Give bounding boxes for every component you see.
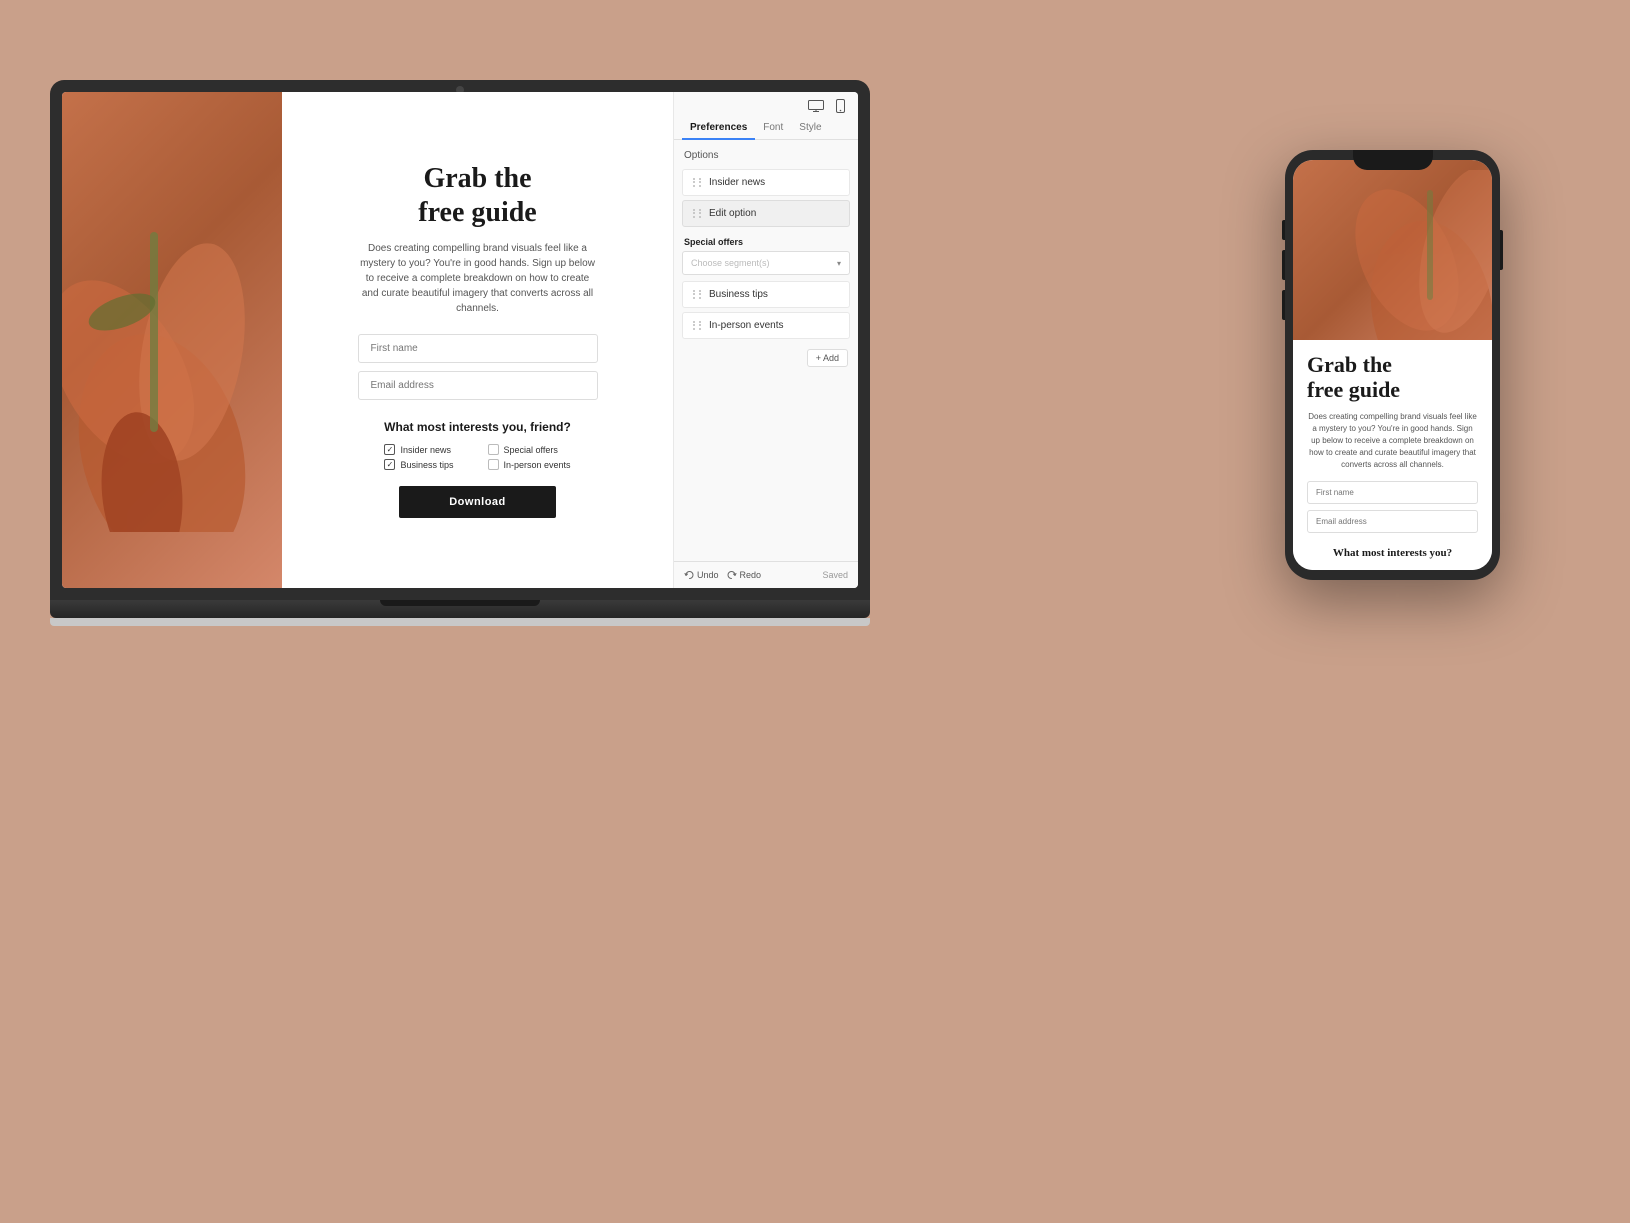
phone-mute-button: [1282, 220, 1285, 240]
special-offers-label: Special offers: [682, 231, 850, 251]
laptop: Grab the free guide Does creating compel…: [50, 80, 870, 640]
checkbox-inperson-icon[interactable]: [488, 459, 499, 470]
phone-subtitle: Does creating compelling brand visuals f…: [1307, 411, 1478, 471]
checkboxes: Insider news Special offers Business tip…: [384, 444, 570, 470]
phone-content: Grab the free guide Does creating compel…: [1293, 340, 1492, 570]
checkbox-special-label: Special offers: [504, 445, 558, 455]
email-input[interactable]: [358, 371, 598, 400]
checkbox-insider-news[interactable]: Insider news: [384, 444, 467, 455]
redo-button[interactable]: Redo: [727, 570, 762, 580]
tab-font[interactable]: Font: [755, 116, 791, 139]
drag-handle-inperson: [693, 321, 703, 331]
drag-handle-edit: [693, 209, 703, 219]
form-title: Grab the free guide: [418, 162, 536, 229]
scene: Grab the free guide Does creating compel…: [0, 0, 1630, 1223]
options-label: Options: [674, 140, 858, 167]
phone: Grab the free guide Does creating compel…: [1285, 150, 1500, 580]
laptop-flower-overlay: [62, 92, 282, 588]
phone-volume-down-button: [1282, 290, 1285, 320]
saved-status: Saved: [822, 570, 848, 580]
laptop-flower-background: [62, 92, 282, 588]
form-subtitle: Does creating compelling brand visuals f…: [358, 241, 598, 316]
undo-label: Undo: [697, 570, 719, 580]
checkbox-business-icon[interactable]: [384, 459, 395, 470]
form-panel: Grab the free guide Does creating compel…: [282, 92, 673, 588]
editor-tabs: Preferences Font Style: [674, 116, 858, 140]
phone-first-name-input[interactable]: [1307, 481, 1478, 504]
redo-label: Redo: [740, 570, 762, 580]
editor-panel: Preferences Font Style Options: [673, 92, 858, 588]
drag-handle-business: [693, 290, 703, 300]
laptop-body: Grab the free guide Does creating compel…: [50, 80, 870, 600]
desktop-icon[interactable]: [808, 100, 824, 112]
add-button-container: + Add: [674, 341, 858, 375]
phone-question: What most interests you?: [1307, 547, 1478, 559]
laptop-stand: [50, 618, 870, 626]
option-insider-label: Insider news: [709, 177, 765, 188]
checkbox-insider-label: Insider news: [400, 445, 451, 455]
phone-body: Grab the free guide Does creating compel…: [1285, 150, 1500, 580]
option-inperson-events[interactable]: In-person events: [682, 312, 850, 339]
flower-svg-laptop: [62, 172, 282, 532]
checkbox-in-person[interactable]: In-person events: [488, 459, 571, 470]
checkbox-special-offers[interactable]: Special offers: [488, 444, 571, 455]
undo-button[interactable]: Undo: [684, 570, 719, 580]
checkbox-business-tips[interactable]: Business tips: [384, 459, 467, 470]
laptop-content: Grab the free guide Does creating compel…: [282, 92, 858, 588]
editor-footer: Undo Redo Saved: [674, 561, 858, 588]
phone-volume-up-button: [1282, 250, 1285, 280]
form-question: What most interests you, friend?: [384, 420, 571, 434]
option-insider-news[interactable]: Insider news: [682, 169, 850, 196]
flower-svg-phone: [1352, 170, 1492, 340]
laptop-notch: [380, 600, 540, 606]
option-inperson-label: In-person events: [709, 320, 784, 331]
phone-title: Grab the free guide: [1307, 352, 1478, 403]
tab-style[interactable]: Style: [791, 116, 829, 139]
mobile-icon[interactable]: [832, 100, 848, 112]
phone-power-button: [1500, 230, 1503, 270]
segment-dropdown[interactable]: Choose segment(s) ▾: [682, 251, 850, 275]
checkbox-inperson-label: In-person events: [504, 460, 571, 470]
editor-toolbar: [674, 92, 858, 116]
phone-notch: [1353, 150, 1433, 170]
checkbox-special-icon[interactable]: [488, 444, 499, 455]
laptop-base: [50, 600, 870, 618]
download-button[interactable]: Download: [399, 486, 556, 518]
drag-handle-insider: [693, 178, 703, 188]
segment-placeholder: Choose segment(s): [691, 258, 770, 268]
option-business-tips[interactable]: Business tips: [682, 281, 850, 308]
phone-flower-background: [1293, 160, 1492, 340]
tab-preferences[interactable]: Preferences: [682, 116, 755, 139]
undo-icon: [684, 570, 694, 580]
redo-icon: [727, 570, 737, 580]
special-offers-section: Special offers Choose segment(s) ▾: [682, 231, 850, 275]
checkbox-business-label: Business tips: [400, 460, 453, 470]
dropdown-chevron-icon: ▾: [837, 259, 841, 268]
laptop-screen: Grab the free guide Does creating compel…: [62, 92, 858, 588]
option-edit-option[interactable]: Edit option: [682, 200, 850, 227]
first-name-input[interactable]: [358, 334, 598, 363]
option-edit-label: Edit option: [709, 208, 756, 219]
phone-email-input[interactable]: [1307, 510, 1478, 533]
option-business-label: Business tips: [709, 289, 768, 300]
phone-screen: Grab the free guide Does creating compel…: [1293, 160, 1492, 570]
checkbox-insider-icon[interactable]: [384, 444, 395, 455]
add-option-button[interactable]: + Add: [807, 349, 848, 367]
